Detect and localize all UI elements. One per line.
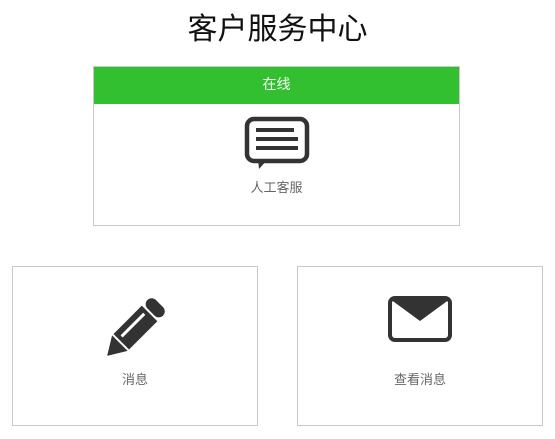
customer-service-page: 客户服务中心 在线 人工客服 消息 查看消息 <box>0 0 555 439</box>
message-label: 消息 <box>121 373 148 388</box>
live-agent-label: 人工客服 <box>250 181 303 196</box>
message-card[interactable]: 消息 <box>12 266 258 426</box>
view-messages-card[interactable]: 查看消息 <box>297 266 543 426</box>
view-messages-label: 查看消息 <box>393 373 446 388</box>
online-status-bar: 在线 <box>94 67 459 104</box>
page-title: 客户服务中心 <box>187 12 368 47</box>
envelope-icon <box>388 296 452 342</box>
live-agent-card[interactable]: 在线 人工客服 <box>93 66 460 226</box>
chat-bubble-icon <box>244 116 310 169</box>
pencil-icon <box>107 298 165 356</box>
